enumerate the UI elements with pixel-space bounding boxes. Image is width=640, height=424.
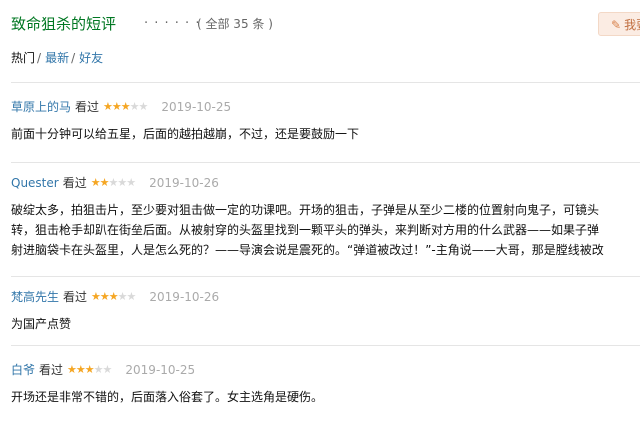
review-meta: 梵高先生 看过 ★ ★ ★ ★ ★ 2019-10-26 <box>11 288 640 306</box>
review-line: 开场还是非常不错的，后面落入俗套了。女主选角是硬伤。 <box>11 390 324 404</box>
review-line: 前面十分钟可以给五星，后面的越拍越崩，不过，还是要鼓励一下 <box>11 127 360 141</box>
divider <box>11 82 640 83</box>
star-filled-icon: ★ <box>90 176 101 189</box>
star-empty-icon: ★ <box>117 176 127 189</box>
divider <box>11 162 640 163</box>
star-empty-icon: ★ <box>102 363 113 376</box>
review-line: 转，狙击枪手却趴在街垒后面。从被射穿的头盔里找到一颗平头的弹头，来判断对方用的什… <box>11 223 600 237</box>
star-filled-icon: ★ <box>108 290 119 303</box>
comment-count-link[interactable]: ( 全部 35 条 ) <box>197 13 273 35</box>
star-empty-icon: ★ <box>126 290 137 303</box>
tab-friends[interactable]: 好友 <box>79 51 103 65</box>
star-filled-icon: ★ <box>103 100 113 113</box>
star-empty-icon: ★ <box>108 176 118 189</box>
reviewer-name[interactable]: 草原上的马 <box>11 98 71 116</box>
review-item: Quester 看过 ★ ★ ★ ★ ★ 2019-10-26 破绽太多，拍狙击片，至少… <box>11 174 640 260</box>
star-empty-icon: ★ <box>93 363 104 376</box>
star-filled-icon: ★ <box>120 100 131 113</box>
reviewer-name[interactable]: 梵高先生 <box>11 288 59 306</box>
watched-status: 看过 <box>63 290 88 304</box>
review-meta: 草原上的马 看过 ★ ★ ★ ★ ★ 2019-10-25 <box>11 98 640 116</box>
tab-hot[interactable]: 热门 <box>11 51 35 65</box>
tab-latest[interactable]: 最新 <box>45 51 69 65</box>
star-filled-icon: ★ <box>75 363 86 376</box>
rating-stars: ★ ★ ★ ★ ★ <box>91 288 137 306</box>
review-text: 前面十分钟可以给五星，后面的越拍越崩，不过，还是要鼓励一下 <box>11 124 640 144</box>
star-empty-icon: ★ <box>129 100 140 113</box>
tab-separator: / <box>71 51 76 65</box>
write-review-label: 我要写 <box>624 18 640 32</box>
star-empty-icon: ★ <box>117 290 128 303</box>
star-filled-icon: ★ <box>91 290 101 303</box>
star-empty-icon: ★ <box>138 100 149 113</box>
watched-status: 看过 <box>75 100 100 114</box>
review-text: 破绽太多，拍狙击片，至少要对狙击做一定的功课吧。开场的狙击，子弹是从至少二楼的位… <box>11 200 640 260</box>
review-line: 破绽太多，拍狙击片，至少要对狙击做一定的功课吧。开场的狙击，子弹是从至少二楼的位… <box>11 203 600 217</box>
review-item: 草原上的马 看过 ★ ★ ★ ★ ★ 2019-10-25 前面十分钟可以给五星，后面的… <box>11 98 640 144</box>
star-filled-icon: ★ <box>99 176 110 189</box>
watched-status: 看过 <box>62 176 87 190</box>
rating-stars: ★ ★ ★ ★ ★ <box>90 174 136 192</box>
review-item: 梵高先生 看过 ★ ★ ★ ★ ★ 2019-10-26 为国产点赞 <box>11 288 640 334</box>
rating-stars: ★ ★ ★ ★ ★ <box>103 98 149 116</box>
rating-stars: ★ ★ ★ ★ ★ <box>67 361 113 379</box>
star-empty-icon: ★ <box>126 176 136 189</box>
section-title: 致命狙杀的短评 <box>11 15 117 33</box>
star-filled-icon: ★ <box>67 363 77 376</box>
tab-separator: / <box>37 51 42 65</box>
review-line: 为国产点赞 <box>11 317 72 331</box>
title-dots: · · · · · · <box>144 16 201 31</box>
review-date: 2019-10-25 <box>161 100 232 114</box>
review-date: 2019-10-26 <box>149 176 219 190</box>
review-date: 2019-10-26 <box>149 290 220 304</box>
sort-tabs: 热门 / 最新 / 好友 <box>11 48 103 68</box>
star-filled-icon: ★ <box>99 290 110 303</box>
star-filled-icon: ★ <box>111 100 122 113</box>
review-text: 开场还是非常不错的，后面落入俗套了。女主选角是硬伤。 <box>11 387 640 407</box>
review-item: 白爷 看过 ★ ★ ★ ★ ★ 2019-10-25 开场还是非常不错的，后面落入俗套了… <box>11 361 640 407</box>
review-meta: Quester 看过 ★ ★ ★ ★ ★ 2019-10-26 <box>11 174 640 192</box>
comments-header: 致命狙杀的短评 · · · · · · ( 全部 35 条 ) ✎我要写 <box>11 12 640 36</box>
star-filled-icon: ★ <box>84 363 95 376</box>
review-date: 2019-10-25 <box>125 363 196 377</box>
reviewer-name[interactable]: 白爷 <box>11 361 35 379</box>
pencil-icon: ✎ <box>611 18 622 32</box>
review-text: 为国产点赞 <box>11 314 640 334</box>
reviewer-name[interactable]: Quester <box>11 174 59 192</box>
watched-status: 看过 <box>39 363 64 377</box>
review-meta: 白爷 看过 ★ ★ ★ ★ ★ 2019-10-25 <box>11 361 640 379</box>
write-review-button[interactable]: ✎我要写 <box>598 12 640 36</box>
divider <box>11 345 640 346</box>
review-line: 射进脑袋卡在头盔里，人是怎么死的？——导演会说是震死的。“弹道被改过！”-主角说… <box>11 243 604 257</box>
divider <box>11 276 640 277</box>
